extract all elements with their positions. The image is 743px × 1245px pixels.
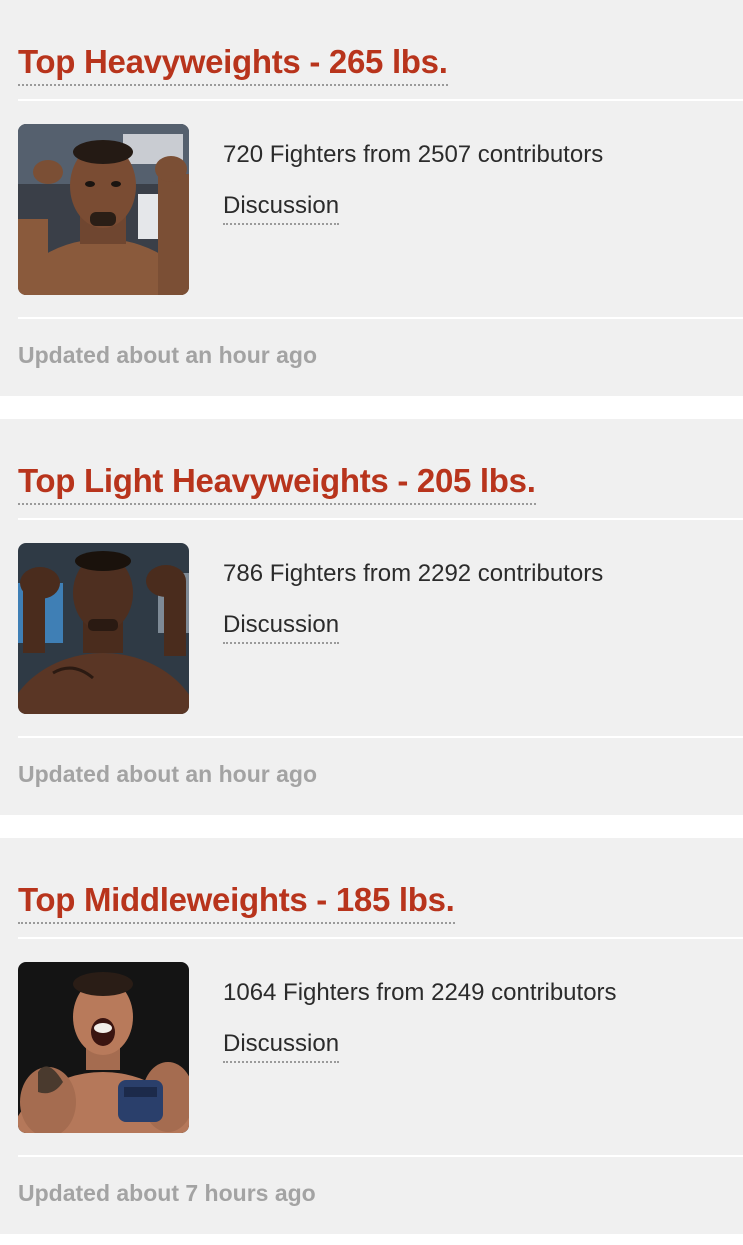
- updated-timestamp: Updated about an hour ago: [18, 761, 317, 787]
- divider: [18, 937, 743, 939]
- fighter-photo-image: [18, 543, 189, 714]
- ranking-title-link[interactable]: Top Heavyweights - 265 lbs.: [18, 42, 448, 86]
- fighter-thumbnail[interactable]: [18, 543, 189, 714]
- divider: [18, 1155, 743, 1157]
- discussion-link[interactable]: Discussion: [223, 609, 340, 644]
- ranking-card-light-heavyweights: Top Light Heavyweights - 205 lbs. 786 Fi…: [0, 419, 743, 815]
- fighter-thumbnail[interactable]: [18, 962, 189, 1133]
- discussion-link[interactable]: Discussion: [223, 190, 340, 225]
- ranking-title-link[interactable]: Top Middleweights - 185 lbs.: [18, 880, 455, 924]
- fighter-photo-image: [18, 962, 189, 1133]
- fighter-photo-image: [18, 124, 189, 295]
- ranking-title-link[interactable]: Top Light Heavyweights - 205 lbs.: [18, 461, 536, 505]
- updated-timestamp: Updated about 7 hours ago: [18, 1180, 316, 1206]
- ranking-card-heavyweights: Top Heavyweights - 265 lbs. 720 Fighters…: [0, 0, 743, 396]
- divider: [18, 736, 743, 738]
- divider: [18, 99, 743, 101]
- fighter-contributor-count: 786 Fighters from 2292 contributors: [223, 560, 604, 587]
- divider: [18, 317, 743, 319]
- updated-timestamp: Updated about an hour ago: [18, 342, 317, 368]
- divider: [18, 518, 743, 520]
- ranking-card-middleweights: Top Middleweights - 185 lbs. 1064 Fighte…: [0, 838, 743, 1234]
- fighter-thumbnail[interactable]: [18, 124, 189, 295]
- fighter-contributor-count: 1064 Fighters from 2249 contributors: [223, 979, 617, 1006]
- fighter-contributor-count: 720 Fighters from 2507 contributors: [223, 141, 604, 168]
- discussion-link[interactable]: Discussion: [223, 1028, 340, 1063]
